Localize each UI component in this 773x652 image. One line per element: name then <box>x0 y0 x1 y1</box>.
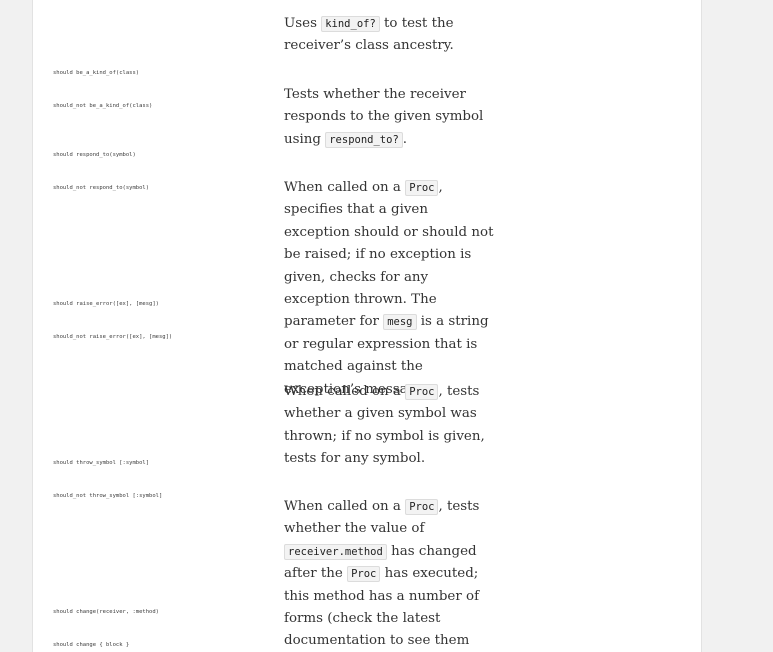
inline-code: respond_to? <box>325 131 403 148</box>
inline-code: Proc <box>405 384 439 400</box>
code-line: should_not respond_to(symbol) <box>53 185 150 191</box>
desc-text: Uses <box>284 16 322 31</box>
code-line: should change { block } <box>53 642 130 648</box>
desc-text: When called on a <box>284 180 406 195</box>
matcher-code: should be_a_kind_of(class) should_not be… <box>53 46 253 134</box>
matcher-description: Uses kind_of? to test the receiver’s cla… <box>284 13 496 58</box>
inline-code: Proc <box>405 499 439 515</box>
code-line: should_not throw_symbol [:symbol] <box>53 493 163 499</box>
desc-text: When called on a <box>284 384 406 399</box>
inline-code: Proc <box>347 566 381 583</box>
code-line: should throw_symbol [:symbol] <box>53 460 150 466</box>
code-line: should_not be_a_kind_of(class) <box>53 103 153 109</box>
matcher-description: When called on a Proc, tests whether the… <box>284 496 496 652</box>
matcher-description: Tests whether the receiver responds to t… <box>284 84 496 151</box>
inline-code: mesg <box>383 314 417 331</box>
documentation-page: should be_a_kind_of(class) should_not be… <box>32 0 702 652</box>
matcher-code: should raise_error([ex], [mesg]) should_… <box>53 277 253 365</box>
inline-code: receiver.method <box>284 543 387 560</box>
code-line: should_not raise_error([ex], [mesg]) <box>53 334 173 340</box>
code-line: should change(receiver, :method) <box>53 609 159 615</box>
matcher-code: should respond_to(symbol) should_not res… <box>53 128 253 216</box>
matcher-description: When called on a Proc, tests whether a g… <box>284 381 496 471</box>
desc-text: When called on a <box>284 499 406 514</box>
code-line: should raise_error([ex], [mesg]) <box>53 301 159 307</box>
inline-code: Proc <box>405 180 439 196</box>
code-line: should respond_to(symbol) <box>53 152 136 158</box>
code-line: should be_a_kind_of(class) <box>53 70 140 76</box>
desc-text: , specifies that a given exception shoul… <box>284 180 494 330</box>
inline-code: kind_of? <box>321 16 380 32</box>
matcher-description: When called on a Proc, specifies that a … <box>284 177 496 401</box>
matcher-code: should throw_symbol [:symbol] should_not… <box>53 436 253 524</box>
matcher-code: should change(receiver, :method) should … <box>53 585 253 652</box>
desc-text: . <box>402 131 408 147</box>
